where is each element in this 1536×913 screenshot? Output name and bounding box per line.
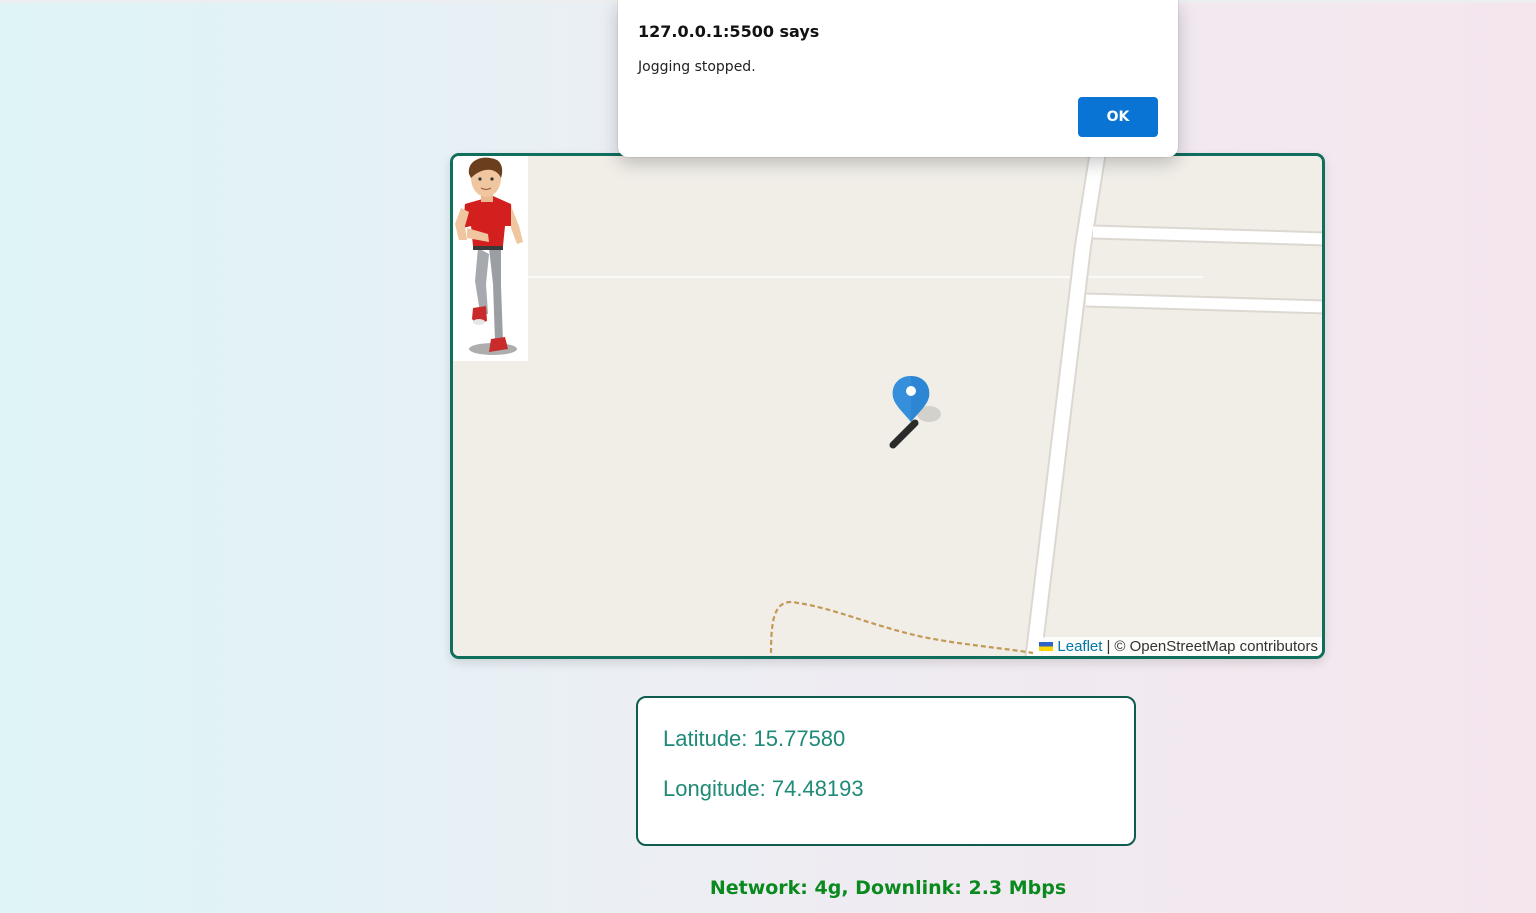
latitude-text: Latitude: 15.77580 (663, 726, 846, 751)
coordinates-card: Latitude: 15.77580 Longitude: 74.48193 (636, 696, 1136, 846)
longitude-text: Longitude: 74.48193 (663, 776, 864, 801)
ok-button[interactable]: OK (1078, 97, 1158, 137)
osm-attribution-text: © OpenStreetMap contributors (1114, 638, 1318, 655)
alert-dialog: 127.0.0.1:5500 says Jogging stopped. OK (618, 0, 1178, 157)
leaflet-link[interactable]: Leaflet (1057, 637, 1102, 656)
network-status: Network: 4g, Downlink: 2.3 Mbps (709, 877, 1067, 899)
map-container[interactable]: Leaflet | © OpenStreetMap contributors (450, 153, 1325, 659)
dialog-title: 127.0.0.1:5500 says (638, 22, 820, 41)
runner-image (453, 156, 528, 361)
map-attribution: Leaflet | © OpenStreetMap contributors (1033, 637, 1322, 656)
ukraine-flag-icon (1039, 642, 1054, 651)
map-pin-icon[interactable] (881, 372, 951, 452)
dialog-message: Jogging stopped. (638, 59, 756, 75)
attribution-separator: | (1106, 638, 1111, 655)
